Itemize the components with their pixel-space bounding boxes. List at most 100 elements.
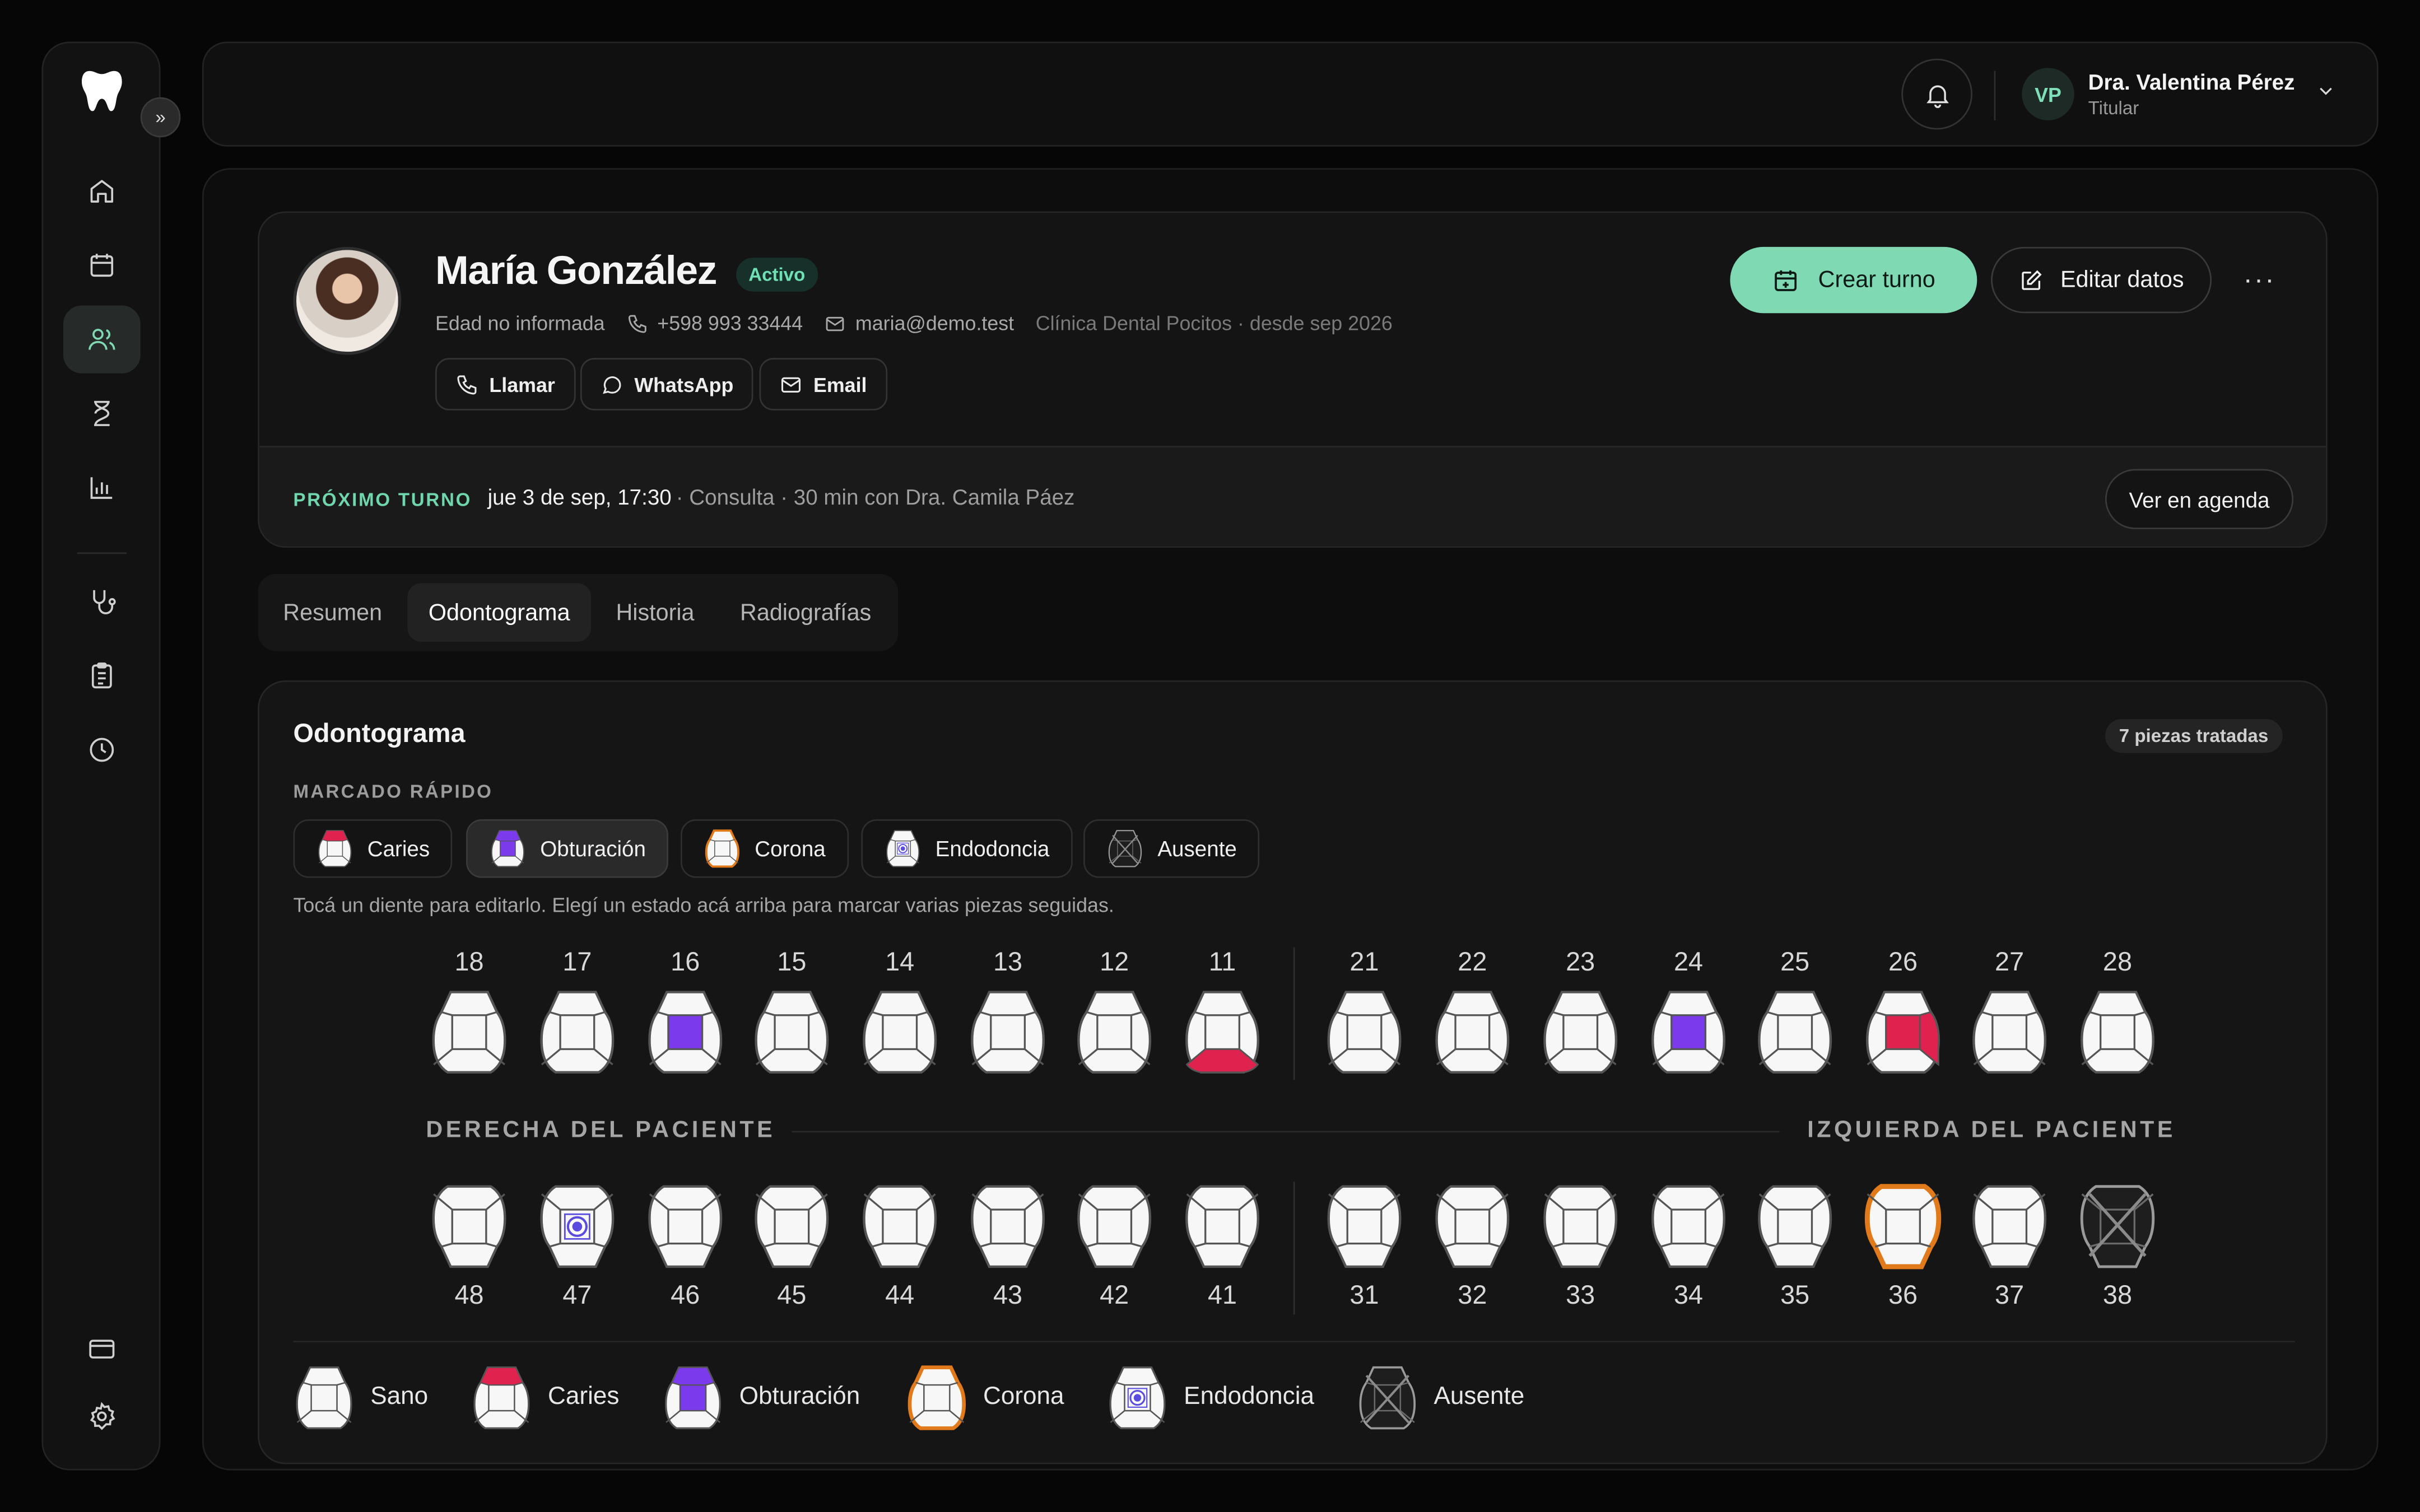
tooth-34[interactable] (1648, 1182, 1728, 1271)
tab-historia[interactable]: Historia (599, 583, 711, 642)
chat-bubble-icon (603, 375, 621, 394)
odontogram-title: Odontograma (293, 718, 466, 749)
sidebar-item-reports[interactable] (63, 454, 141, 521)
tooth-25[interactable] (1755, 987, 1835, 1077)
tooth-16[interactable] (645, 987, 725, 1077)
tooth-34-shape (1651, 1185, 1726, 1268)
tooth-36-shape (1864, 1184, 1942, 1270)
endodoncia-tooth-icon (886, 830, 920, 867)
phone-icon (457, 374, 477, 394)
tooth-15-shape (755, 991, 829, 1074)
tooth-41[interactable] (1182, 1182, 1262, 1271)
legend-caries-label: Caries (548, 1384, 620, 1411)
view-agenda-button[interactable]: Ver en agenda (2105, 469, 2294, 529)
email-button[interactable]: Email (759, 358, 887, 410)
tooth-33[interactable] (1541, 1182, 1621, 1271)
patient-avatar (293, 246, 402, 355)
tooth-22[interactable] (1432, 987, 1513, 1077)
tooth-45[interactable] (752, 1182, 832, 1271)
treated-count-badge: 7 piezas tratadas (2105, 718, 2283, 753)
lower-midline (1293, 1182, 1295, 1315)
quick-caries-button[interactable]: Caries (293, 819, 453, 878)
tab-resumen[interactable]: Resumen (267, 583, 398, 642)
sidebar-item-billing[interactable] (63, 1314, 141, 1382)
sidebar-item-home[interactable] (63, 157, 141, 225)
tooth-48[interactable] (429, 1182, 509, 1271)
tooth-icon[interactable] (80, 68, 123, 114)
tooth-24[interactable] (1648, 987, 1728, 1077)
tooth-27[interactable] (1970, 987, 2050, 1077)
sidebar-item-records[interactable] (63, 642, 141, 710)
quick-endodoncia-button[interactable]: Endodoncia (861, 819, 1073, 878)
user-avatar[interactable]: VP (2022, 68, 2074, 120)
tooth-35[interactable] (1755, 1182, 1835, 1271)
tooth-43[interactable] (967, 1182, 1048, 1271)
call-button[interactable]: Llamar (435, 358, 575, 410)
tooth-number-44: 44 (885, 1280, 915, 1310)
main-content: María González Activo Edad no informada … (202, 168, 2379, 1471)
tooth-17[interactable] (537, 987, 617, 1077)
tooth-28[interactable] (2077, 987, 2157, 1077)
tooth-14[interactable] (860, 987, 940, 1077)
tooth-11[interactable] (1182, 987, 1262, 1077)
status-badge: Activo (736, 258, 818, 292)
tooth-25-shape (1758, 991, 1832, 1074)
tooth-18[interactable] (429, 987, 509, 1077)
tooth-37[interactable] (1970, 1182, 2050, 1271)
tooth-number-47: 47 (562, 1280, 592, 1310)
user-name[interactable]: Dra. Valentina Pérez (2088, 69, 2295, 94)
sidebar-item-waitlist[interactable] (63, 380, 141, 447)
tooth-15[interactable] (752, 987, 832, 1077)
tooth-42[interactable] (1074, 1182, 1155, 1271)
tab-radiografias[interactable]: Radiografías (721, 583, 891, 642)
tooth-26[interactable] (1863, 987, 1943, 1077)
sidebar-item-treatments[interactable] (63, 568, 141, 636)
tab-odontograma[interactable]: Odontograma (407, 583, 592, 642)
next-appointment-bar: PRÓXIMO TURNO jue 3 de sep, 17:30 · Cons… (259, 446, 2326, 547)
sidebar-item-calendar[interactable] (63, 231, 141, 299)
whatsapp-button[interactable]: WhatsApp (580, 358, 754, 410)
tooth-43-shape (971, 1185, 1045, 1268)
more-options-button[interactable]: ··· (2228, 247, 2290, 313)
create-appointment-button[interactable]: Crear turno (1730, 246, 1977, 314)
tooth-16-shape (648, 991, 723, 1074)
mail-icon (826, 316, 845, 330)
tooth-44[interactable] (860, 1182, 940, 1271)
odontogram-hint: Tocá un diente para editarlo. Elegí un e… (293, 893, 1114, 917)
right-side-label: DERECHA DEL PACIENTE (426, 1117, 776, 1144)
email-button-label: Email (813, 372, 867, 396)
tooth-38[interactable] (2077, 1182, 2157, 1271)
tooth-number-46: 46 (671, 1280, 700, 1310)
chevron-down-icon[interactable] (2315, 80, 2337, 102)
tooth-number-36: 36 (1888, 1280, 1918, 1310)
sidebar-item-history[interactable] (63, 716, 141, 783)
tooth-47[interactable] (537, 1182, 617, 1271)
tooth-number-12: 12 (1100, 947, 1129, 977)
tooth-36[interactable] (1863, 1182, 1943, 1271)
legend-obturacion-label: Obturación (739, 1384, 860, 1411)
hourglass-icon (94, 400, 110, 426)
sidebar-item-settings[interactable] (63, 1383, 141, 1450)
chevrons-right-icon[interactable]: » (140, 97, 181, 138)
patient-clinic: Clínica Dental Pocitos · desde sep 2026 (1035, 311, 1393, 335)
tooth-12[interactable] (1074, 987, 1155, 1077)
tooth-number-43: 43 (993, 1280, 1023, 1310)
tooth-number-15: 15 (777, 947, 807, 977)
sidebar-item-patients[interactable] (63, 305, 141, 374)
odontogram-card: Odontograma 7 piezas tratadas MARCADO RÁ… (258, 680, 2328, 1464)
quick-obturacion-button[interactable]: Obturación (466, 819, 669, 878)
quick-corona-button[interactable]: Corona (680, 819, 849, 878)
edit-patient-button[interactable]: Editar datos (1991, 246, 2212, 314)
quick-ausente-button[interactable]: Ausente (1083, 819, 1260, 878)
tooth-31[interactable] (1324, 1182, 1404, 1271)
notifications-button[interactable] (1901, 58, 1973, 130)
stethoscope-icon (93, 590, 116, 614)
tooth-number-37: 37 (1995, 1280, 2025, 1310)
tooth-46[interactable] (645, 1182, 725, 1271)
tooth-32[interactable] (1432, 1182, 1513, 1271)
tooth-23[interactable] (1541, 987, 1621, 1077)
obturacion-tooth-icon (665, 1366, 722, 1430)
tooth-26-shape (1866, 991, 1940, 1074)
tooth-21[interactable] (1324, 987, 1404, 1077)
tooth-13[interactable] (967, 987, 1048, 1077)
